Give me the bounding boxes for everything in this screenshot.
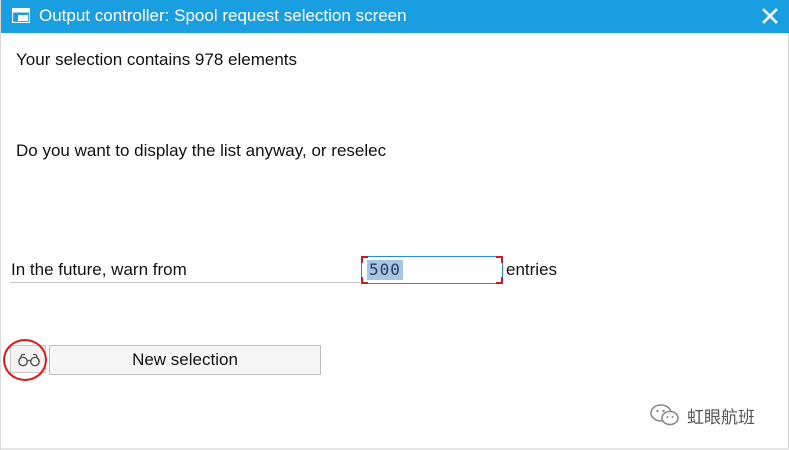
new-selection-button[interactable]: New selection [49, 345, 321, 375]
display-list-button[interactable] [10, 345, 46, 373]
field-corner-marker [496, 277, 503, 284]
watermark: 虹眼航班 [649, 402, 755, 428]
close-icon[interactable] [760, 6, 780, 26]
warn-threshold-label: In the future, warn from [11, 260, 187, 279]
dialog-window: Output controller: Spool request selecti… [0, 0, 789, 450]
glasses-icon [18, 353, 40, 367]
window-title: Output controller: Spool request selecti… [39, 6, 407, 25]
title-bar: Output controller: Spool request selecti… [1, 0, 789, 33]
watermark-text: 虹眼航班 [687, 407, 755, 428]
warn-threshold-input[interactable]: 500 [361, 256, 503, 284]
selection-count-message: Your selection contains 978 elements [16, 50, 297, 69]
display-question-message: Do you want to display the list anyway, … [16, 141, 387, 160]
warn-label-underline [10, 282, 360, 283]
dialog-window-icon [11, 7, 31, 24]
warn-threshold-value: 500 [367, 260, 403, 280]
entries-unit-label: entries [506, 260, 558, 279]
field-corner-marker [496, 256, 503, 263]
wechat-icon [650, 404, 679, 426]
